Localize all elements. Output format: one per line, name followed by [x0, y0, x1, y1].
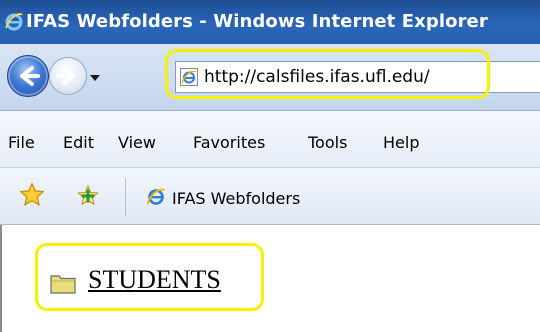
back-arrow-icon — [20, 66, 40, 86]
tab-title: IFAS Webfolders — [172, 189, 301, 208]
favorites-bar: IFAS Webfolders — [0, 168, 540, 225]
menu-favorites[interactable]: Favorites — [193, 133, 265, 152]
students-highlight — [35, 243, 264, 311]
menu-file[interactable]: File — [8, 133, 35, 152]
add-favorite-icon[interactable] — [76, 184, 100, 208]
menu-edit[interactable]: Edit — [63, 133, 94, 152]
ie-logo-icon — [146, 188, 165, 205]
menu-help[interactable]: Help — [383, 133, 419, 152]
ie-logo-icon — [5, 13, 23, 31]
toolbar-separator — [125, 178, 126, 216]
favorites-star-icon[interactable] — [19, 182, 45, 208]
window-title: IFAS Webfolders - Windows Internet Explo… — [26, 11, 488, 32]
recent-pages-dropdown-icon[interactable] — [89, 72, 101, 84]
menu-bar: File Edit View Favorites Tools Help — [0, 111, 540, 168]
title-bar: IFAS Webfolders - Windows Internet Explo… — [0, 0, 540, 44]
forward-button[interactable] — [49, 57, 87, 95]
back-button[interactable] — [7, 55, 49, 97]
menu-view[interactable]: View — [118, 133, 156, 152]
tab-ifas-webfolders[interactable]: IFAS Webfolders — [142, 174, 402, 218]
menu-tools[interactable]: Tools — [308, 133, 347, 152]
address-highlight — [165, 49, 490, 99]
forward-arrow-icon — [56, 67, 75, 85]
